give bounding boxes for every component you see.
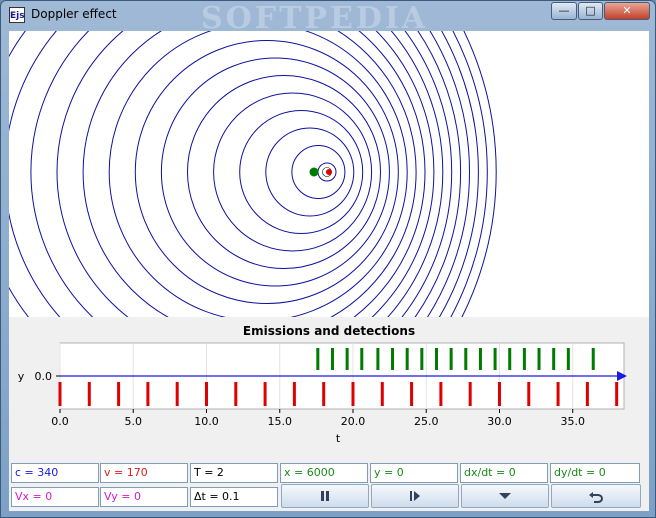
reset-icon — [589, 492, 603, 503]
x-tick-label: 25.0 — [414, 415, 439, 428]
x-tick-label: 15.0 — [267, 415, 292, 428]
title-bar[interactable]: Ejs Doppler effect SOFTPEDIA — □ ✕ — [1, 1, 655, 36]
dropdown-button[interactable] — [461, 484, 549, 508]
application-window: Ejs Doppler effect SOFTPEDIA — □ ✕ Emiss… — [0, 0, 656, 518]
emission-mark — [292, 382, 296, 406]
app-icon[interactable]: Ejs — [9, 7, 25, 23]
detection-mark — [537, 348, 541, 370]
detection-mark — [360, 348, 364, 370]
detection-mark — [420, 348, 424, 370]
dxdt-field[interactable]: dx/dt = 0 — [460, 463, 548, 483]
emission-mark — [468, 382, 472, 406]
detection-mark — [434, 348, 438, 370]
detection-mark — [376, 348, 380, 370]
wave-canvas[interactable] — [9, 31, 649, 317]
v-field[interactable]: v = 170 — [100, 463, 188, 483]
step-button[interactable] — [371, 484, 459, 508]
emission-mark — [410, 382, 414, 406]
x-tick-label: 0.0 — [51, 415, 69, 428]
wavefront-circle — [9, 31, 444, 317]
detection-mark — [464, 348, 468, 370]
T-field[interactable]: T = 2 — [190, 463, 278, 483]
emission-mark — [146, 382, 150, 406]
wavefront-circle — [160, 57, 390, 287]
emission-mark — [615, 382, 619, 406]
emission-mark — [439, 382, 443, 406]
wavefront-circle — [414, 31, 462, 317]
x-tick-label: 20.0 — [341, 415, 366, 428]
emission-mark — [556, 382, 560, 406]
simulation-panel: Emissions and detections 0.0 5.0 10.0 15.0 2… — [9, 31, 649, 511]
pause-icon — [321, 491, 329, 501]
detection-mark — [330, 348, 334, 370]
observer-dot — [309, 167, 319, 177]
emission-mark — [497, 382, 501, 406]
close-button[interactable]: ✕ — [604, 2, 650, 20]
emission-mark — [527, 382, 531, 406]
wavefront-circle — [450, 31, 488, 317]
emission-mark — [204, 382, 208, 406]
wavefront-circle — [461, 31, 497, 317]
reset-button[interactable] — [551, 484, 641, 508]
dydt-field[interactable]: dy/dt = 0 — [550, 463, 640, 483]
wavefront-circle — [213, 92, 373, 252]
emission-mark — [585, 382, 589, 406]
emission-mark — [175, 382, 179, 406]
x-tick-label: 5.0 — [124, 415, 142, 428]
step-forward-icon — [410, 491, 420, 501]
Vy-field[interactable]: Vy = 0 — [100, 487, 188, 507]
detection-mark — [493, 348, 497, 370]
c-field[interactable]: c = 340 — [11, 463, 99, 483]
wave-view[interactable] — [9, 31, 649, 317]
wavefront-circle — [30, 31, 435, 317]
emission-mark — [263, 382, 267, 406]
x-tick-label: 10.0 — [194, 415, 219, 428]
detection-mark — [522, 348, 526, 370]
detection-mark — [508, 348, 512, 370]
y-field[interactable]: y = 0 — [370, 463, 458, 483]
dropdown-icon — [499, 493, 511, 499]
emission-mark — [117, 382, 121, 406]
emission-mark — [322, 382, 326, 406]
detection-mark — [566, 348, 570, 370]
detection-mark — [449, 348, 453, 370]
detection-mark — [345, 348, 349, 370]
pause-button[interactable] — [281, 484, 369, 508]
wavefront-circle — [187, 75, 381, 269]
minimize-button[interactable]: — — [551, 2, 577, 20]
window-title: Doppler effect — [31, 7, 117, 21]
detection-mark — [552, 348, 556, 370]
detection-mark — [405, 348, 409, 370]
Vx-field[interactable]: Vx = 0 — [11, 487, 99, 507]
dt-field[interactable]: Δt = 0.1 — [190, 487, 278, 507]
x-field[interactable]: x = 6000 — [280, 463, 368, 483]
emission-mark — [351, 382, 355, 406]
maximize-button[interactable]: □ — [578, 2, 603, 20]
emission-mark — [234, 382, 238, 406]
detection-mark — [478, 348, 482, 370]
emissions-plot[interactable]: 0.0 5.0 10.0 15.0 20.0 25.0 30.0 35.0 0.0 y t — [9, 335, 649, 455]
wavefront-circle — [9, 31, 453, 317]
y-tick-label: 0.0 — [35, 370, 53, 383]
x-tick-label: 35.0 — [560, 415, 585, 428]
detection-mark — [316, 348, 320, 370]
emission-mark — [380, 382, 384, 406]
y-axis-label: y — [18, 370, 25, 383]
x-tick-label: 30.0 — [487, 415, 512, 428]
wavefront-circle — [134, 40, 399, 304]
detection-mark — [591, 348, 595, 370]
detection-mark — [391, 348, 395, 370]
x-axis-label: t — [336, 432, 341, 445]
control-panel: c = 340 v = 170 T = 2 x = 6000 y = 0 dx/… — [9, 461, 649, 511]
emission-mark — [58, 382, 62, 406]
source-dot — [326, 169, 332, 175]
emission-mark — [87, 382, 91, 406]
